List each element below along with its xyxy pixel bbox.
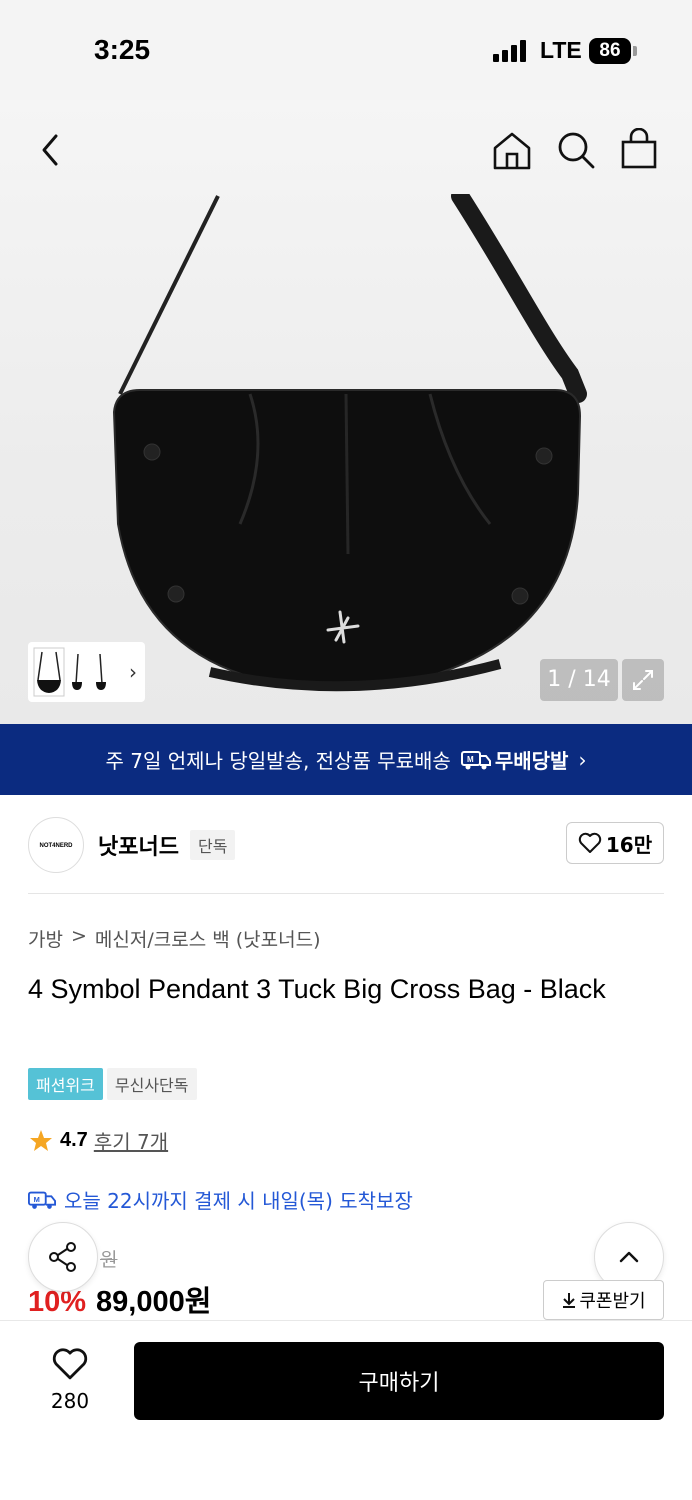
free-delivery-badge: M 무배당발 [460, 745, 569, 774]
coupon-label: 쿠폰받기 [579, 1291, 646, 1312]
shopping-bag-icon[interactable] [619, 128, 659, 170]
banner-text: 주 7일 언제나 당일발송, 전상품 무료배송 [105, 749, 451, 773]
image-counter: 1 / 14 [540, 659, 618, 701]
brand-name[interactable]: 낫포너드 [98, 829, 179, 861]
share-button[interactable] [28, 1222, 98, 1292]
status-bar: 3:25 LTE 86 [0, 0, 692, 100]
rating: 4.7 후기 7개 [28, 1126, 168, 1155]
delivery-text: 오늘 22시까지 결제 시 내일(목) 도착보장 [64, 1189, 413, 1213]
product-gallery[interactable]: › 1 / 14 [0, 100, 692, 724]
chevron-right-icon[interactable]: › [129, 660, 137, 684]
expand-icon [633, 670, 653, 690]
rating-score: 4.7 [60, 1129, 88, 1151]
thumbnail-strip[interactable]: › [28, 642, 145, 702]
battery-icon: 86 [589, 38, 631, 64]
wishlist-button[interactable]: 280 [40, 1347, 100, 1413]
truck-icon: M [28, 1191, 56, 1209]
heart-icon [52, 1348, 88, 1380]
back-icon[interactable] [34, 132, 70, 168]
home-icon[interactable] [491, 130, 533, 172]
review-link[interactable]: 후기 7개 [94, 1126, 168, 1155]
brand-like-count: 16만 [605, 832, 653, 857]
brand-like-button[interactable]: 16만 [566, 822, 664, 864]
tag-fashion-week: 패션위크 [28, 1068, 103, 1100]
breadcrumb: 가방 > 메신저/크로스 백 (낫포너드) [28, 925, 320, 952]
signal-icon [493, 40, 526, 62]
bottom-action-bar: 280 구매하기 [0, 1320, 692, 1500]
breadcrumb-separator-icon: > [70, 925, 87, 947]
star-icon [30, 1129, 52, 1151]
truck-icon: M [460, 750, 491, 769]
banner-chevron-icon: › [578, 747, 587, 772]
breadcrumb-category[interactable]: 가방 [28, 925, 63, 952]
original-price: 원 [100, 1249, 118, 1271]
sale-price: 89,000원 [96, 1286, 212, 1318]
heart-icon [578, 832, 602, 853]
delivery-guarantee: M 오늘 22시까지 결제 시 내일(목) 도착보장 [28, 1185, 413, 1214]
network-label: LTE [540, 37, 582, 63]
status-time: 3:25 [94, 34, 151, 65]
brand-exclusive-tag: 단독 [190, 830, 236, 860]
share-icon [49, 1242, 76, 1272]
brand-logo[interactable]: NOT4NERD [28, 817, 84, 873]
product-image[interactable] [100, 194, 592, 704]
buy-button[interactable]: 구매하기 [134, 1342, 664, 1420]
wishlist-count: 280 [50, 1389, 90, 1413]
brand-row[interactable]: NOT4NERD 낫포너드 단독 16만 [28, 815, 664, 875]
tag-musinsa-exclusive: 무신사단독 [106, 1068, 197, 1100]
expand-button[interactable] [622, 659, 664, 701]
battery-tip [633, 46, 637, 56]
product-tags: 패션위크 무신사단독 [28, 1068, 197, 1100]
search-icon[interactable] [556, 130, 596, 170]
thumbnail-images[interactable] [32, 646, 118, 698]
delivery-banner[interactable]: 주 7일 언제나 당일발송, 전상품 무료배송 M 무배당발 › [0, 724, 692, 795]
chevron-up-icon [619, 1251, 639, 1263]
svg-text:M: M [34, 1194, 40, 1203]
svg-text:M: M [467, 755, 474, 764]
badge-text: 무배당발 [494, 749, 569, 773]
divider [28, 893, 664, 894]
product-title: 4 Symbol Pendant 3 Tuck Big Cross Bag - … [28, 974, 606, 1004]
coupon-button[interactable]: 쿠폰받기 [543, 1280, 664, 1320]
download-icon [563, 1293, 576, 1308]
breadcrumb-subcategory[interactable]: 메신저/크로스 백 (낫포너드) [95, 925, 321, 952]
